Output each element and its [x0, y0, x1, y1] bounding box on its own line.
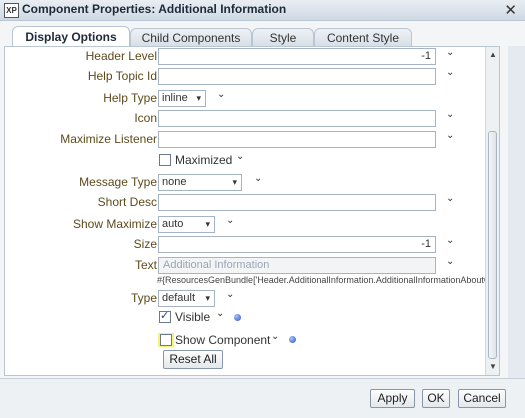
tab-child-components[interactable]: Child Components: [130, 28, 252, 47]
maximized-checkbox[interactable]: [159, 154, 171, 166]
dialog-footer: Apply OK Cancel: [0, 378, 525, 418]
size-field[interactable]: -1: [158, 236, 436, 253]
dropdown-arrow-icon: ▾: [232, 177, 237, 187]
header-level-field[interactable]: -1: [158, 48, 436, 65]
icon-label: Icon: [134, 111, 157, 125]
help-topic-id-label: Help Topic Id: [87, 69, 157, 83]
chevron-down-icon[interactable]: ⌄: [216, 308, 224, 319]
visible-label: Visible: [175, 310, 211, 324]
chevron-down-icon[interactable]: ⌄: [217, 89, 225, 100]
chevron-down-icon[interactable]: ⌄: [236, 151, 244, 162]
chevron-down-icon[interactable]: ⌄: [446, 256, 454, 267]
chevron-down-icon[interactable]: ⌄: [226, 215, 234, 226]
title-bar[interactable]: XP Component Properties: Additional Info…: [0, 0, 525, 21]
dropdown-arrow-icon: ▾: [205, 219, 210, 229]
maximized-label: Maximized: [175, 153, 233, 167]
chevron-down-icon[interactable]: ⌄: [446, 67, 454, 78]
vertical-scrollbar[interactable]: ▲ ▼: [485, 47, 499, 375]
status-dot-icon: [234, 314, 241, 321]
component-properties-dialog: XP Component Properties: Additional Info…: [0, 0, 525, 418]
chevron-down-icon[interactable]: ⌄: [446, 109, 454, 120]
help-topic-id-field[interactable]: [158, 68, 436, 85]
dropdown-arrow-icon: ▾: [205, 293, 210, 303]
tab-display-options[interactable]: Display Options: [12, 26, 130, 47]
scroll-down-icon[interactable]: ▼: [486, 361, 499, 373]
tab-content-style[interactable]: Content Style: [314, 28, 412, 47]
text-label: Text: [134, 258, 157, 272]
message-type-value: none: [162, 176, 187, 188]
display-options-panel: Header Level -1 ⌄ Help Topic Id ⌄ Help T…: [4, 46, 500, 376]
help-type-value: inline: [162, 92, 188, 104]
check-icon: ✓: [160, 310, 170, 322]
icon-field[interactable]: [158, 110, 436, 127]
dialog-title: Component Properties: Additional Informa…: [22, 2, 287, 16]
type-select[interactable]: default ▾: [158, 290, 215, 307]
header-level-label: Header Level: [85, 49, 157, 63]
help-type-select[interactable]: inline ▾: [158, 90, 206, 107]
chevron-down-icon[interactable]: ⌄: [271, 331, 279, 342]
ok-button[interactable]: OK: [422, 389, 450, 408]
cancel-button[interactable]: Cancel: [458, 389, 506, 408]
scroll-up-icon[interactable]: ▲: [486, 49, 499, 61]
size-label: Size: [133, 237, 157, 251]
show-maximize-select[interactable]: auto ▾: [158, 216, 215, 233]
background-strip: [508, 46, 525, 378]
short-desc-field[interactable]: [158, 194, 436, 211]
chevron-down-icon[interactable]: ⌄: [446, 235, 454, 246]
text-field[interactable]: Additional Information: [158, 257, 436, 274]
status-dot-icon: [289, 336, 296, 343]
reset-all-button[interactable]: Reset All: [163, 350, 223, 369]
text-el-expression: #{ResourcesGenBundle['Header.AdditionalI…: [157, 275, 500, 285]
dropdown-arrow-icon: ▾: [196, 93, 201, 103]
tab-bar: Display Options Child Components Style C…: [0, 26, 500, 47]
visible-checkbox[interactable]: ✓: [159, 310, 171, 323]
show-component-label: Show Component: [175, 333, 271, 347]
type-value: default: [162, 292, 196, 304]
maximize-listener-field[interactable]: [158, 131, 436, 148]
type-label: Type: [130, 291, 157, 305]
tab-style[interactable]: Style: [252, 28, 314, 47]
close-icon[interactable]: ✕: [504, 1, 517, 19]
chevron-down-icon[interactable]: ⌄: [446, 47, 454, 58]
message-type-label: Message Type: [79, 175, 157, 189]
message-type-select[interactable]: none ▾: [158, 174, 242, 191]
chevron-down-icon[interactable]: ⌄: [446, 193, 454, 204]
chevron-down-icon[interactable]: ⌄: [226, 289, 234, 300]
apply-button[interactable]: Apply: [370, 389, 415, 408]
show-maximize-label: Show Maximize: [72, 217, 157, 231]
show-component-checkbox[interactable]: [160, 334, 172, 346]
chevron-down-icon[interactable]: ⌄: [446, 130, 454, 141]
help-type-label: Help Type: [103, 91, 157, 105]
short-desc-label: Short Desc: [97, 195, 157, 209]
scrollbar-thumb[interactable]: [488, 131, 497, 359]
app-icon: XP: [4, 3, 19, 18]
maximize-listener-label: Maximize Listener: [60, 132, 157, 146]
chevron-down-icon[interactable]: ⌄: [254, 173, 262, 184]
show-maximize-value: auto: [162, 218, 184, 230]
